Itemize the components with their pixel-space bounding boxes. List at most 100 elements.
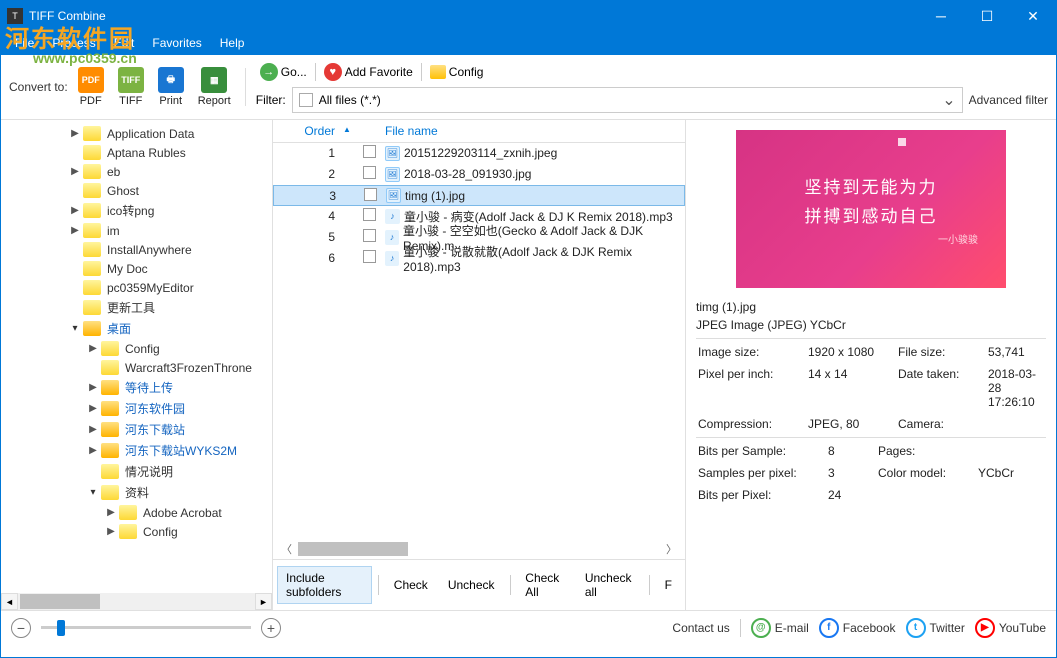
tree-item[interactable]: ▶ico转png (1, 200, 272, 221)
uncheck-button[interactable]: Uncheck (439, 573, 504, 597)
tree-label: 桌面 (107, 320, 131, 337)
twitter-link[interactable]: tTwitter (906, 618, 965, 638)
report-icon: ▦ (201, 67, 227, 93)
convert-pdf-button[interactable]: PDF PDF (74, 65, 108, 109)
advanced-filter-link[interactable]: Advanced filter (969, 93, 1048, 107)
tree-item[interactable]: ▾资料 (1, 482, 272, 503)
include-subfolders-button[interactable]: Include subfolders (277, 566, 372, 604)
tree-item[interactable]: ▶河东下载站 (1, 419, 272, 440)
menu-favorites[interactable]: Favorites (144, 34, 209, 52)
check-button[interactable]: Check (385, 573, 437, 597)
checkbox[interactable] (363, 145, 376, 158)
filter-select[interactable]: All files (*.*) ⌄ (292, 87, 963, 113)
zoom-in-button[interactable]: + (261, 618, 281, 638)
checkbox[interactable] (363, 208, 376, 221)
col-order[interactable]: Order (279, 124, 343, 138)
chevron-icon: ▶ (87, 382, 99, 393)
chevron-icon: ▶ (69, 166, 81, 177)
scroll-thumb[interactable] (298, 542, 408, 556)
checkbox[interactable] (364, 188, 377, 201)
menu-file[interactable]: File (7, 34, 42, 52)
tree-item[interactable]: ▶eb (1, 162, 272, 181)
tree-item[interactable]: ▾桌面 (1, 318, 272, 339)
tree-item[interactable]: Warcraft3FrozenThrone (1, 358, 272, 377)
list-row[interactable]: 3🖼timg (1).jpg (273, 185, 685, 206)
go-button[interactable]: → Go... (256, 61, 311, 83)
report-button[interactable]: ▦ Report (194, 65, 235, 109)
tree-item[interactable]: pc0359MyEditor (1, 278, 272, 297)
tree-item[interactable]: My Doc (1, 259, 272, 278)
email-link[interactable]: @E-mail (751, 618, 809, 638)
zoom-out-button[interactable]: − (11, 618, 31, 638)
print-icon: 🖶 (158, 67, 184, 93)
folder-icon (83, 321, 101, 336)
file-name: timg (1).jpg (405, 189, 465, 203)
titlebar: T TIFF Combine ─ ☐ ✕ (1, 1, 1056, 31)
chevron-icon: ▶ (69, 205, 81, 216)
tree-label: Adobe Acrobat (143, 506, 222, 520)
tree-item[interactable]: ▶Config (1, 522, 272, 541)
scroll-left-button[interactable]: ◄ (1, 593, 18, 610)
scroll-left-icon[interactable]: 〈 (281, 541, 292, 557)
tree-item[interactable]: ▶河东下载站WYKS2M (1, 440, 272, 461)
pdf-icon: PDF (78, 67, 104, 93)
tree-label: 资料 (125, 484, 149, 501)
tree-item[interactable]: ▶河东软件园 (1, 398, 272, 419)
tree-label: 等待上传 (125, 379, 173, 396)
audio-file-icon: ♪ (385, 251, 399, 266)
facebook-link[interactable]: fFacebook (819, 618, 896, 638)
list-row[interactable]: 1🖼20151229203114_zxnih.jpeg (273, 143, 685, 164)
chevron-icon: ▶ (105, 526, 117, 537)
folder-icon (83, 126, 101, 141)
add-favorite-button[interactable]: ♥ Add Favorite (320, 61, 417, 83)
config-button[interactable]: Config (426, 63, 488, 81)
list-action-bar: Include subfolders Check Uncheck Check A… (273, 559, 685, 610)
tree-item[interactable]: 更新工具 (1, 297, 272, 318)
tree-item[interactable]: Aptana Rubles (1, 143, 272, 162)
tree-horizontal-scrollbar[interactable]: ◄ ► (1, 593, 272, 610)
minimize-button[interactable]: ─ (918, 1, 964, 31)
close-button[interactable]: ✕ (1010, 1, 1056, 31)
chevron-icon: ▶ (87, 403, 99, 414)
tiff-icon: TIFF (118, 67, 144, 93)
file-list[interactable]: 1🖼20151229203114_zxnih.jpeg2🖼2018-03-28_… (273, 143, 685, 269)
menu-process[interactable]: Process (44, 34, 103, 52)
tree-item[interactable]: InstallAnywhere (1, 240, 272, 259)
menu-edit[interactable]: Edit (106, 34, 143, 52)
chevron-icon: ▶ (69, 128, 81, 139)
tree-item[interactable]: ▶ 等待上传 (1, 377, 272, 398)
zoom-slider[interactable] (41, 626, 251, 629)
tree-item[interactable]: ▶im (1, 221, 272, 240)
zoom-thumb[interactable] (57, 620, 65, 636)
divider (245, 68, 246, 106)
menu-help[interactable]: Help (212, 34, 253, 52)
facebook-icon: f (819, 618, 839, 638)
tree-label: 情况说明 (125, 463, 173, 480)
checkbox[interactable] (363, 229, 376, 242)
print-button[interactable]: 🖶 Print (154, 65, 188, 109)
list-header: Order File name (273, 120, 685, 143)
tree-item[interactable]: ▶Config (1, 339, 272, 358)
list-row[interactable]: 6♪童小骏 - 说散就散(Adolf Jack & DJK Remix 2018… (273, 248, 685, 269)
uncheck-all-button[interactable]: Uncheck all (576, 566, 643, 604)
tree-item[interactable]: 情况说明 (1, 461, 272, 482)
check-all-button[interactable]: Check All (516, 566, 574, 604)
list-horizontal-scrollbar[interactable]: 〈 〉 (273, 539, 685, 559)
scroll-right-icon[interactable]: 〉 (666, 541, 677, 557)
tree-item[interactable]: ▶Application Data (1, 124, 272, 143)
tree-item[interactable]: Ghost (1, 181, 272, 200)
folder-tree[interactable]: ▶Application DataAptana Rubles▶ebGhost▶i… (1, 120, 272, 610)
col-filename[interactable]: File name (385, 124, 679, 138)
youtube-link[interactable]: ▶YouTube (975, 618, 1046, 638)
list-row[interactable]: 2🖼2018-03-28_091930.jpg (273, 164, 685, 185)
contact-us-link[interactable]: Contact us (672, 621, 729, 635)
scroll-thumb[interactable] (20, 594, 100, 609)
checkbox[interactable] (363, 166, 376, 179)
maximize-button[interactable]: ☐ (964, 1, 1010, 31)
convert-tiff-button[interactable]: TIFF TIFF (114, 65, 148, 109)
main-content: ▶Application DataAptana Rubles▶ebGhost▶i… (1, 120, 1056, 610)
tree-item[interactable]: ▶Adobe Acrobat (1, 503, 272, 522)
scroll-right-button[interactable]: ► (255, 593, 272, 610)
f-button[interactable]: F (656, 573, 681, 597)
checkbox[interactable] (363, 250, 376, 263)
